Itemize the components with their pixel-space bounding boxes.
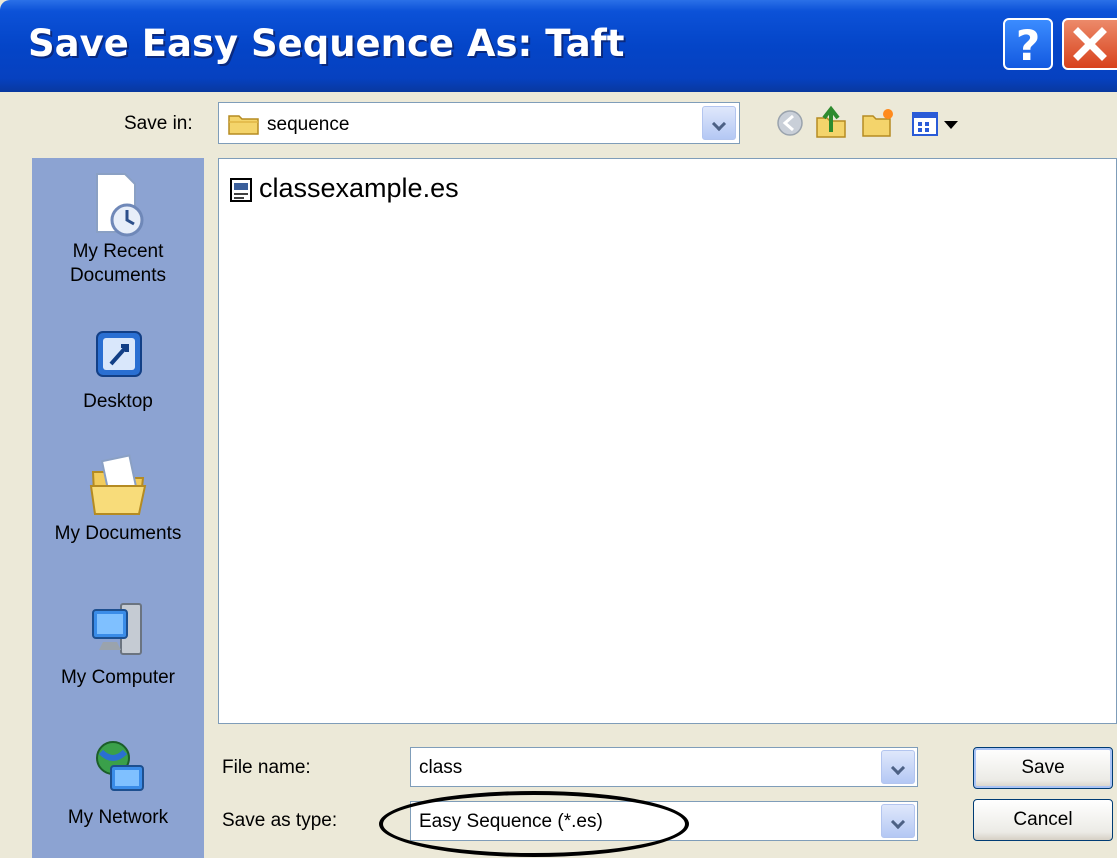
cancel-button[interactable]: Cancel bbox=[973, 799, 1113, 841]
my-computer-icon bbox=[92, 603, 142, 655]
help-button[interactable]: ? bbox=[1003, 18, 1053, 70]
place-desktop[interactable]: Desktop bbox=[32, 326, 204, 414]
save-in-dropdown[interactable]: sequence bbox=[218, 102, 740, 144]
window-title: Save Easy Sequence As: Taft bbox=[28, 22, 625, 65]
save-as-type-dropdown[interactable]: Easy Sequence (*.es) bbox=[410, 801, 918, 841]
file-name-input[interactable]: class bbox=[410, 747, 918, 787]
place-label: My Recent bbox=[72, 241, 164, 262]
views-menu-icon bbox=[912, 112, 958, 136]
file-list[interactable]: classexample.es bbox=[218, 158, 1117, 724]
new-folder-icon bbox=[862, 109, 893, 137]
place-label: Documents bbox=[69, 265, 167, 286]
help-icon: ? bbox=[1015, 21, 1041, 70]
views-menu-button[interactable] bbox=[911, 110, 963, 138]
file-name-dropdown-arrow[interactable] bbox=[881, 750, 915, 784]
place-my-computer[interactable]: My Computer bbox=[32, 594, 204, 690]
place-my-recent-documents[interactable]: My Recent Documents bbox=[32, 168, 204, 288]
back-button[interactable] bbox=[775, 108, 805, 138]
save-in-value: sequence bbox=[267, 114, 350, 135]
close-icon bbox=[1073, 27, 1107, 61]
file-name-value: class bbox=[419, 757, 463, 778]
my-network-icon bbox=[96, 741, 144, 791]
up-one-level-button[interactable] bbox=[813, 104, 849, 140]
places-bar: My Recent Documents Desktop My Documents bbox=[32, 158, 204, 858]
save-as-type-label: Save as type: bbox=[222, 810, 338, 831]
back-icon bbox=[777, 110, 803, 136]
place-my-documents[interactable]: My Documents bbox=[32, 450, 204, 546]
place-my-network[interactable]: My Network bbox=[32, 734, 204, 830]
save-as-type-value: Easy Sequence (*.es) bbox=[419, 811, 603, 832]
title-bar[interactable]: Save Easy Sequence As: Taft ? bbox=[0, 0, 1117, 92]
folder-icon bbox=[228, 115, 259, 135]
place-label: My Computer bbox=[60, 667, 176, 688]
up-folder-icon bbox=[816, 105, 846, 138]
file-name-label: File name: bbox=[222, 757, 311, 778]
save-in-dropdown-arrow[interactable] bbox=[702, 106, 736, 140]
new-folder-button[interactable] bbox=[860, 106, 896, 140]
close-button[interactable] bbox=[1062, 18, 1117, 70]
place-label: My Network bbox=[67, 807, 169, 828]
place-label: Desktop bbox=[83, 391, 153, 412]
file-name: classexample.es bbox=[259, 173, 459, 203]
recent-documents-icon bbox=[96, 173, 144, 237]
save-in-label: Save in: bbox=[124, 113, 193, 134]
save-button[interactable]: Save bbox=[973, 747, 1113, 789]
save-as-type-dropdown-arrow[interactable] bbox=[881, 804, 915, 838]
desktop-icon bbox=[96, 331, 142, 377]
my-documents-icon bbox=[89, 454, 147, 515]
save-as-dialog: Save Easy Sequence As: Taft ? Save in: s… bbox=[0, 0, 1117, 858]
place-label: My Documents bbox=[54, 523, 182, 544]
sequence-file-icon bbox=[230, 178, 252, 202]
